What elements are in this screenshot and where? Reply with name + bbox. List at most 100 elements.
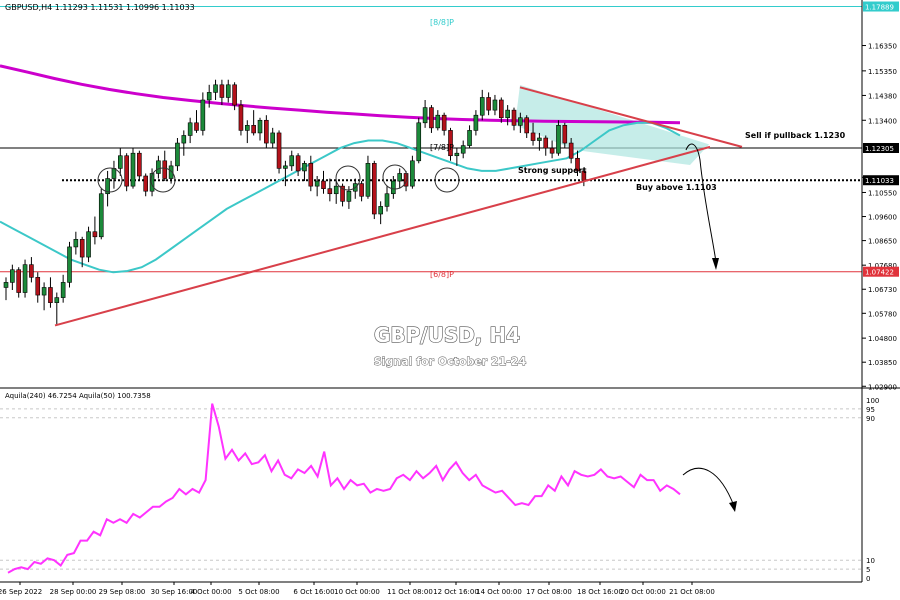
indicator-tick-label: 95 [866,406,875,414]
candle-body [562,125,568,144]
candle-body [143,175,148,192]
candle-body [518,117,523,126]
time-tick-label: 12 Oct 16:00 [433,588,479,596]
sell-note: Sell if pullback 1.1230 [745,131,846,140]
indicator-tick-label: 5 [866,566,870,574]
candle-body [206,92,212,101]
time-tick-label: 5 Oct 08:00 [238,588,279,596]
candle-body [283,165,288,169]
price-tick-label: 1.10550 [868,189,897,197]
time-tick-label: 26 Sep 2022 [0,588,42,596]
candle-body [371,163,377,215]
candle-body [219,84,225,98]
indicator-tick-label: 10 [866,557,875,565]
candle-body [441,114,447,131]
candle-body [48,287,53,303]
candle-body [264,119,269,144]
candle-body [251,125,256,134]
candle-body [530,132,536,141]
candle-body [505,109,510,119]
candle-body [213,84,218,93]
indicator-header: Aquila(240) 46.7254 Aquila(50) 100.7358 [5,392,151,400]
murray-mid-label: [7/8]P [430,143,454,152]
buy-note: Buy above 1.1103 [636,183,717,192]
candle-body [124,155,129,187]
indicator-tick-label: 0 [866,575,870,583]
candle-body [41,287,47,296]
candle-body [3,282,9,288]
candle-body [492,99,498,111]
candle-body [238,104,244,131]
candle-body [118,155,123,169]
time-tick-label: 14 Oct 00:00 [476,588,522,596]
candle-body [270,132,276,144]
price-tick-label: 1.03850 [868,359,897,367]
price-tick-label: 1.02900 [868,383,897,391]
time-tick-label: 28 Sep 00:00 [50,588,97,596]
time-tick-label: 4 Oct 00:00 [190,588,231,596]
candle-body [232,84,237,106]
candle-body [175,142,180,167]
candle-body [60,282,66,298]
candle-body [359,183,364,197]
candle-body [245,125,250,131]
candle-body [276,132,282,169]
candle-body [295,155,301,172]
candle-body [410,160,415,187]
candle-body [22,264,28,293]
candle-body [137,152,142,177]
time-tick-label: 18 Oct 16:00 [577,588,623,596]
time-tick-label: 21 Oct 08:00 [669,588,715,596]
candle-body [429,107,434,129]
murray-top-label: [8/8]P [430,18,454,27]
candle-body [314,180,320,187]
candle-body [181,135,187,144]
candle-body [454,152,460,157]
murray-low-label: [6/8]P [430,270,454,279]
candle-body [225,84,231,98]
time-tick-label: 6 Oct 16:00 [293,588,334,596]
price-tag-label: 1.12305 [865,145,894,153]
candle-body [321,180,326,189]
price-tick-label: 1.06730 [868,286,897,294]
candle-body [130,152,136,187]
candle-body [73,239,79,248]
candle-body [422,107,428,124]
candle-body [391,180,396,195]
time-tick-label: 20 Oct 00:00 [620,588,666,596]
price-tick-label: 1.13400 [868,117,897,125]
chart-area: 1.163501.153501.143801.134001.111501.105… [0,0,900,600]
candle-body [92,231,98,238]
candle-body [156,160,161,174]
price-tick-label: 1.15350 [868,68,897,76]
candle-body [98,193,104,238]
candle-body [86,231,91,258]
price-tag-label: 1.17889 [865,4,894,12]
candle-body [384,193,390,207]
price-tick-label: 1.09600 [868,214,897,222]
price-tick-label: 1.14380 [868,92,897,100]
candle-body [346,190,352,202]
candle-body [537,137,542,141]
candle-body [511,109,517,126]
candle-body [79,239,85,258]
indicator-tick-label: 90 [866,415,875,423]
candle-body [467,130,472,146]
indicator-tick-label: 100 [866,397,879,405]
chart-title: GBP/USD, H4 [374,323,520,347]
price-tag-label: 1.07422 [865,269,894,277]
candle-body [556,125,561,154]
symbol-header: GBPUSD,H4 1.11293 1.11531 1.10996 1.1103… [5,3,195,12]
candle-body [549,147,555,154]
candle-body [416,122,422,162]
candle-body [187,122,193,136]
candle-body [10,269,15,283]
candle-body [194,122,199,131]
candle-body [162,160,168,179]
candle-body [568,142,574,159]
candle-body [460,145,466,154]
candle-body [435,114,441,129]
candle-body [524,117,530,134]
candle-body [397,173,403,182]
candle-body [543,137,549,149]
